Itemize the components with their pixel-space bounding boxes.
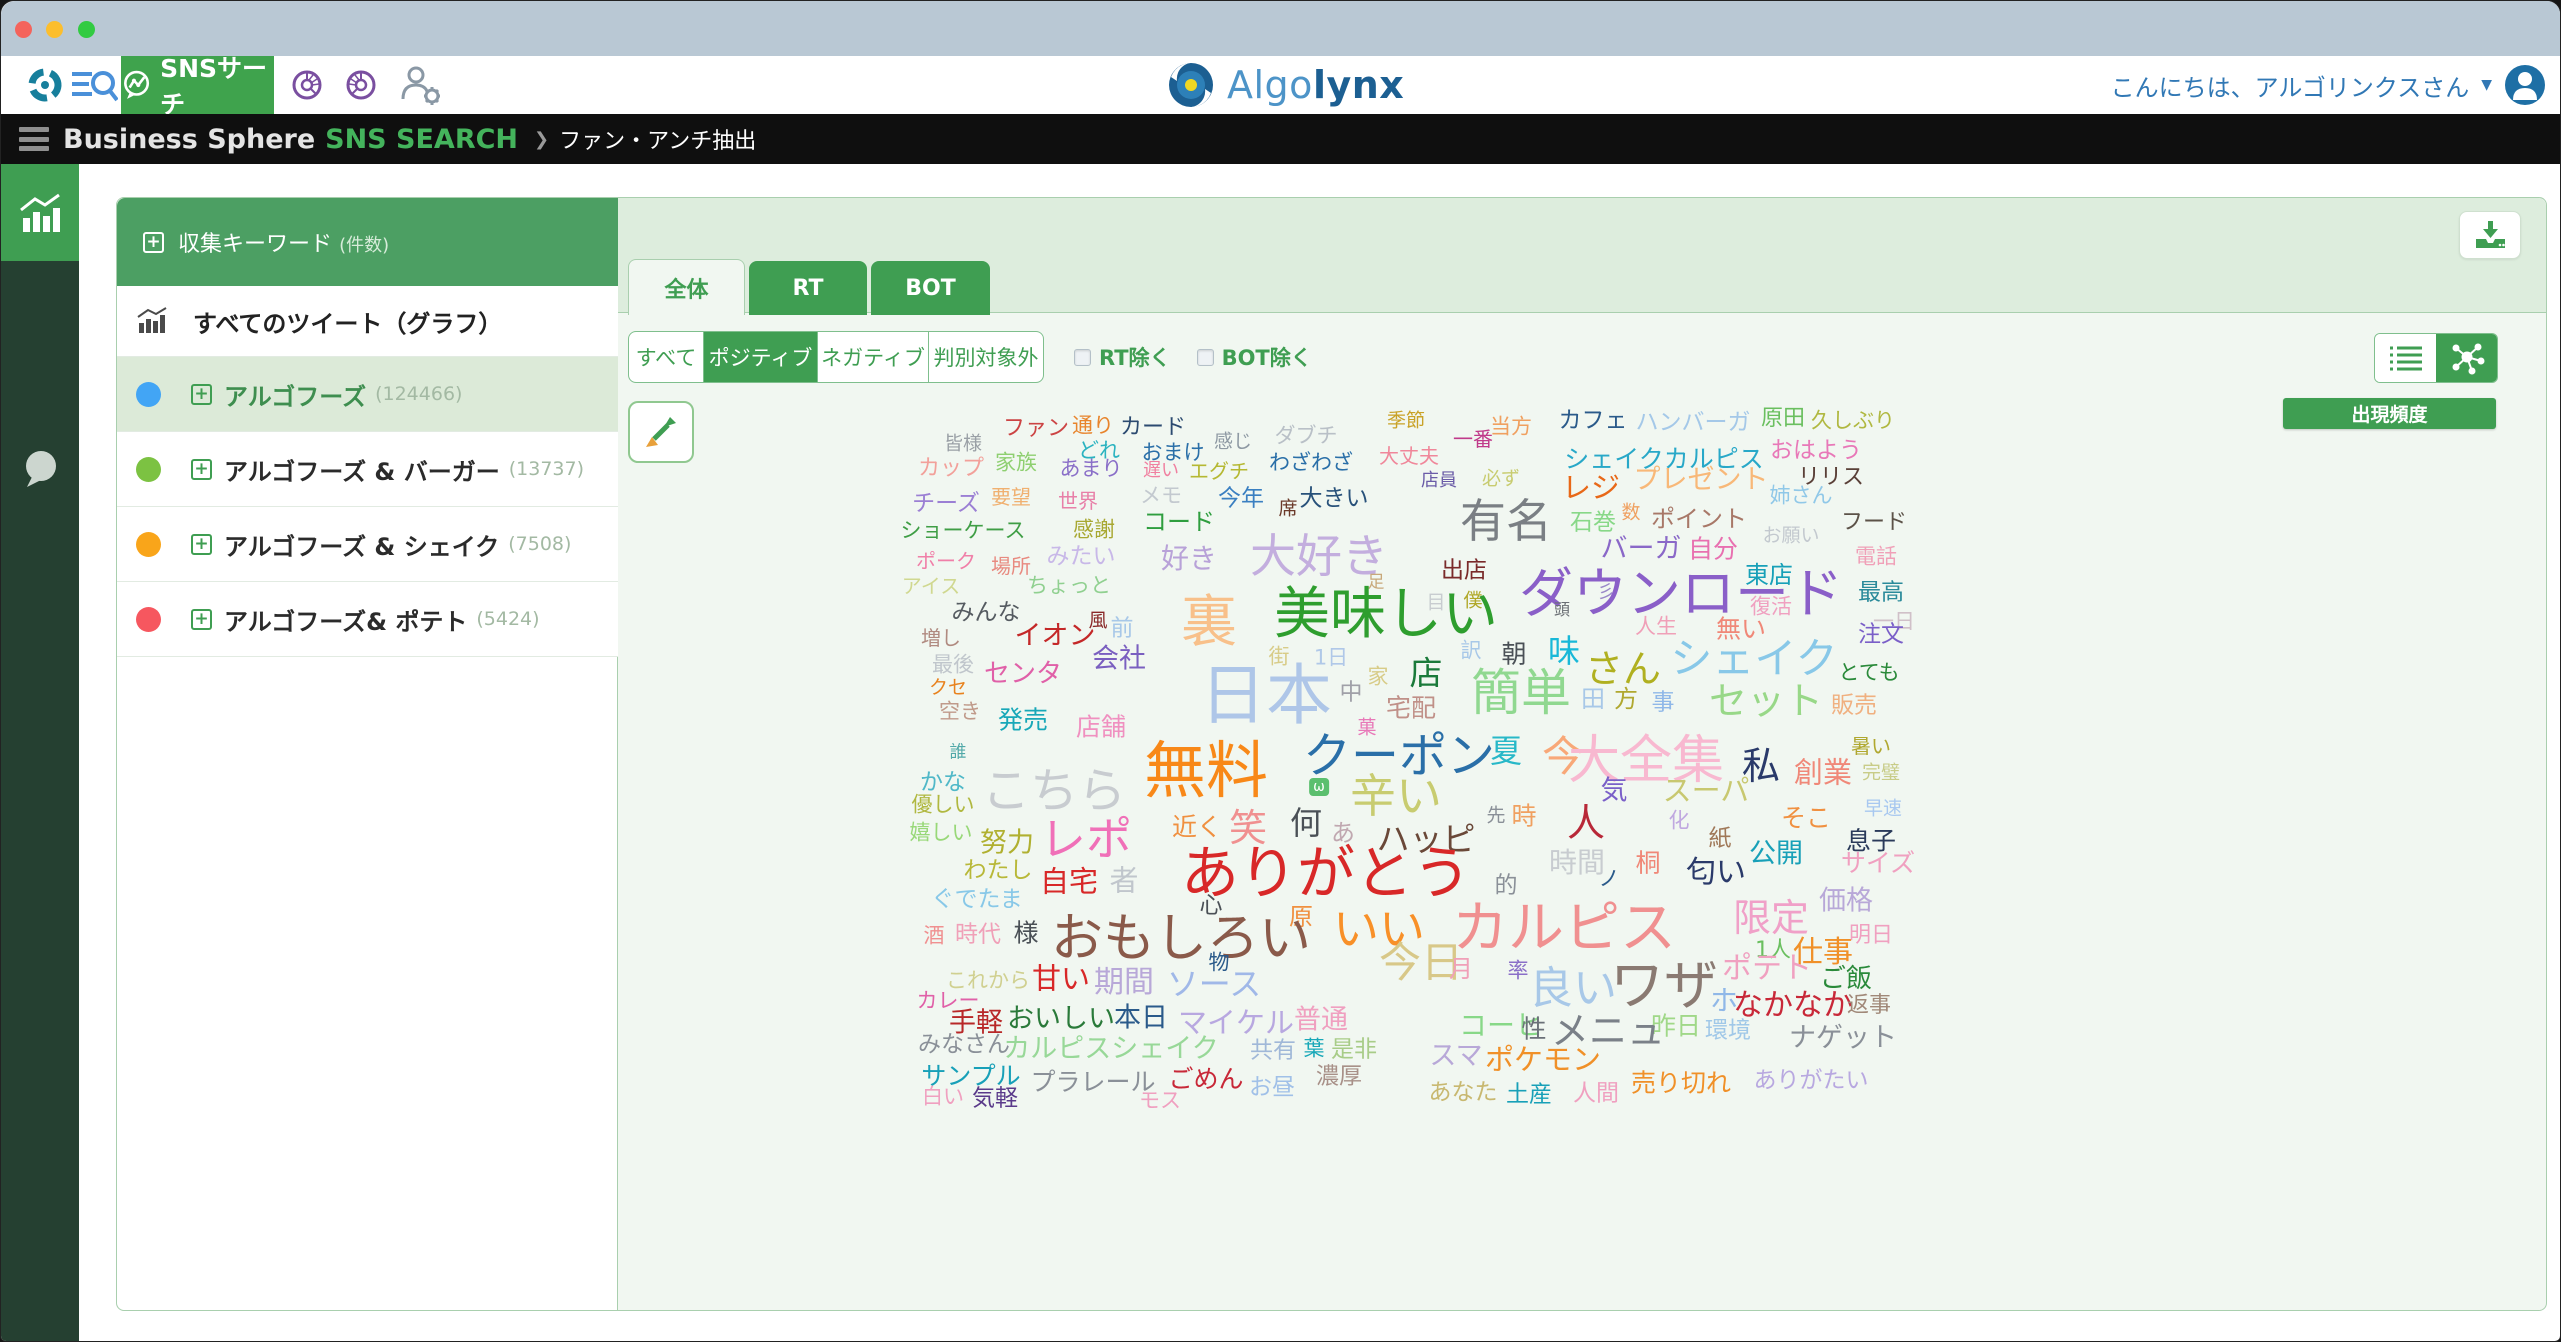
close-window-icon[interactable] bbox=[15, 21, 32, 38]
expand-keyword-icon[interactable]: + bbox=[191, 609, 212, 630]
list-view-button[interactable] bbox=[2375, 334, 2436, 382]
exclude-bot[interactable]: BOT除く bbox=[1197, 342, 1312, 372]
tab-bot[interactable]: BOT bbox=[871, 261, 990, 315]
zoom-window-icon[interactable] bbox=[78, 21, 95, 38]
keyword-color-dot bbox=[136, 457, 161, 482]
speech-bubble-icon bbox=[19, 449, 61, 489]
keyword-label: アルゴフーズ& ポテト bbox=[224, 602, 467, 637]
keyword-count: (7508) bbox=[508, 533, 571, 555]
expand-all-icon[interactable]: + bbox=[143, 232, 164, 253]
keyword-color-dot bbox=[136, 382, 161, 407]
exclude-bot-label: BOT除く bbox=[1222, 342, 1312, 372]
filter-negative[interactable]: ネガティブ bbox=[817, 331, 929, 383]
algolynx-logo-icon bbox=[1165, 59, 1217, 111]
keyword-label: アルゴフーズ & バーガー bbox=[224, 452, 500, 487]
donut-chart-icon[interactable] bbox=[287, 56, 327, 114]
expand-keyword-icon[interactable]: + bbox=[191, 459, 212, 480]
sns-search-button[interactable]: SNSサーチ bbox=[121, 56, 274, 114]
keyword-count: (5424) bbox=[476, 608, 539, 630]
keyword-header: + 収集キーワード (件数) bbox=[117, 198, 618, 286]
search-tool-icon[interactable] bbox=[71, 56, 119, 114]
keyword-count: (124466) bbox=[375, 383, 462, 405]
keyword-algofoods-burger[interactable]: + アルゴフーズ & バーガー (13737) bbox=[117, 432, 618, 507]
keyword-color-dot bbox=[136, 607, 161, 632]
top-toolbar: SNSサーチ Algolynx こんにちは、アルゴリンクスさん ▼ bbox=[1, 56, 2561, 114]
download-button[interactable] bbox=[2459, 211, 2521, 259]
checkbox-icon[interactable] bbox=[1074, 349, 1091, 366]
title-main: Business Sphere bbox=[63, 124, 315, 155]
keyword-algofoods-shake[interactable]: + アルゴフーズ & シェイク (7508) bbox=[117, 507, 618, 582]
keyword-color-dot bbox=[136, 532, 161, 557]
fullscreen-button[interactable] bbox=[628, 401, 694, 463]
filter-all[interactable]: すべて bbox=[628, 331, 704, 383]
cloud-view-button[interactable] bbox=[2436, 334, 2497, 382]
breadcrumb: ファン・アンチ抽出 bbox=[559, 123, 756, 155]
expand-keyword-icon[interactable]: + bbox=[191, 534, 212, 555]
brand-name: Algolynx bbox=[1227, 63, 1404, 107]
cloud-view-toggle bbox=[2374, 333, 2498, 383]
network-icon bbox=[2449, 341, 2485, 375]
user-menu[interactable]: こんにちは、アルゴリンクスさん ▼ bbox=[2111, 56, 2546, 114]
exclude-rt-label: RT除く bbox=[1099, 342, 1171, 372]
filter-positive[interactable]: ポジティブ bbox=[703, 331, 818, 383]
keyword-algofoods[interactable]: + アルゴフーズ (124466) bbox=[117, 357, 618, 432]
expand-keyword-icon[interactable]: + bbox=[191, 384, 212, 405]
all-tweets-row[interactable]: すべてのツイート（グラフ） bbox=[117, 286, 618, 357]
rail-analytics-item[interactable] bbox=[1, 164, 79, 261]
keyword-algofoods-potato[interactable]: + アルゴフーズ& ポテト (5424) bbox=[117, 582, 618, 657]
keyword-header-suffix: (件数) bbox=[339, 235, 389, 256]
left-rail bbox=[1, 164, 79, 1342]
chevron-down-icon: ▼ bbox=[2481, 77, 2492, 93]
secondary-navbar: Business Sphere SNS SEARCH ❯ ファン・アンチ抽出 過… bbox=[1, 114, 2561, 164]
tab-rt[interactable]: RT bbox=[749, 261, 867, 315]
rail-messages-item[interactable] bbox=[1, 434, 79, 504]
graph-icon bbox=[136, 307, 168, 335]
minimize-window-icon[interactable] bbox=[46, 21, 63, 38]
keyword-header-label: 収集キーワード bbox=[178, 232, 332, 257]
keyword-label: アルゴフーズ bbox=[224, 377, 366, 412]
download-icon bbox=[2473, 220, 2507, 250]
avatar[interactable] bbox=[2504, 64, 2546, 106]
app-logo-icon[interactable] bbox=[23, 56, 67, 114]
exclude-rt[interactable]: RT除く bbox=[1074, 342, 1171, 372]
keyword-list: + アルゴフーズ (124466) + アルゴフーズ & バーガー (13737) + アルゴ… bbox=[117, 357, 618, 657]
checkbox-icon[interactable] bbox=[1197, 349, 1214, 366]
sns-chart-bubble-icon bbox=[121, 67, 152, 103]
app-window: SNSサーチ Algolynx こんにちは、アルゴリンクスさん ▼ Busine… bbox=[0, 0, 2561, 1342]
window-titlebar bbox=[1, 1, 2561, 56]
expand-arrows-icon bbox=[641, 412, 681, 452]
hamburger-menu-icon[interactable] bbox=[19, 127, 49, 151]
exclude-checkbox-group: RT除く BOT除く bbox=[1074, 331, 1312, 383]
sns-search-label: SNSサーチ bbox=[160, 49, 274, 121]
frequency-button[interactable]: 出現頻度 bbox=[2283, 398, 2496, 429]
keyword-sidebar: + 収集キーワード (件数) すべてのツイート（グラフ） + アルゴフーズ (124… bbox=[117, 198, 618, 1310]
view-tabs: 全体RTBOT bbox=[628, 259, 990, 315]
keyword-count: (13737) bbox=[509, 458, 584, 480]
sentiment-filter-group: すべてポジティブネガティブ判別対象外 bbox=[628, 331, 1044, 383]
title-accent: SNS SEARCH bbox=[325, 124, 518, 155]
greeting-text: こんにちは、アルゴリンクスさん bbox=[2111, 68, 2470, 103]
donut-chart-icon[interactable] bbox=[341, 56, 381, 114]
all-tweets-label: すべてのツイート（グラフ） bbox=[193, 304, 502, 339]
app-title: Business Sphere SNS SEARCH ❯ ファン・アンチ抽出 bbox=[63, 114, 756, 164]
bar-chart-icon bbox=[17, 192, 63, 234]
breadcrumb-arrow-icon: ❯ bbox=[534, 129, 549, 150]
brand-logo: Algolynx bbox=[1165, 56, 1404, 114]
list-icon bbox=[2388, 343, 2424, 373]
tab-all[interactable]: 全体 bbox=[628, 259, 745, 315]
filter-excluded[interactable]: 判別対象外 bbox=[928, 331, 1044, 383]
keyword-label: アルゴフーズ & シェイク bbox=[224, 527, 499, 562]
user-settings-icon[interactable] bbox=[397, 56, 445, 114]
